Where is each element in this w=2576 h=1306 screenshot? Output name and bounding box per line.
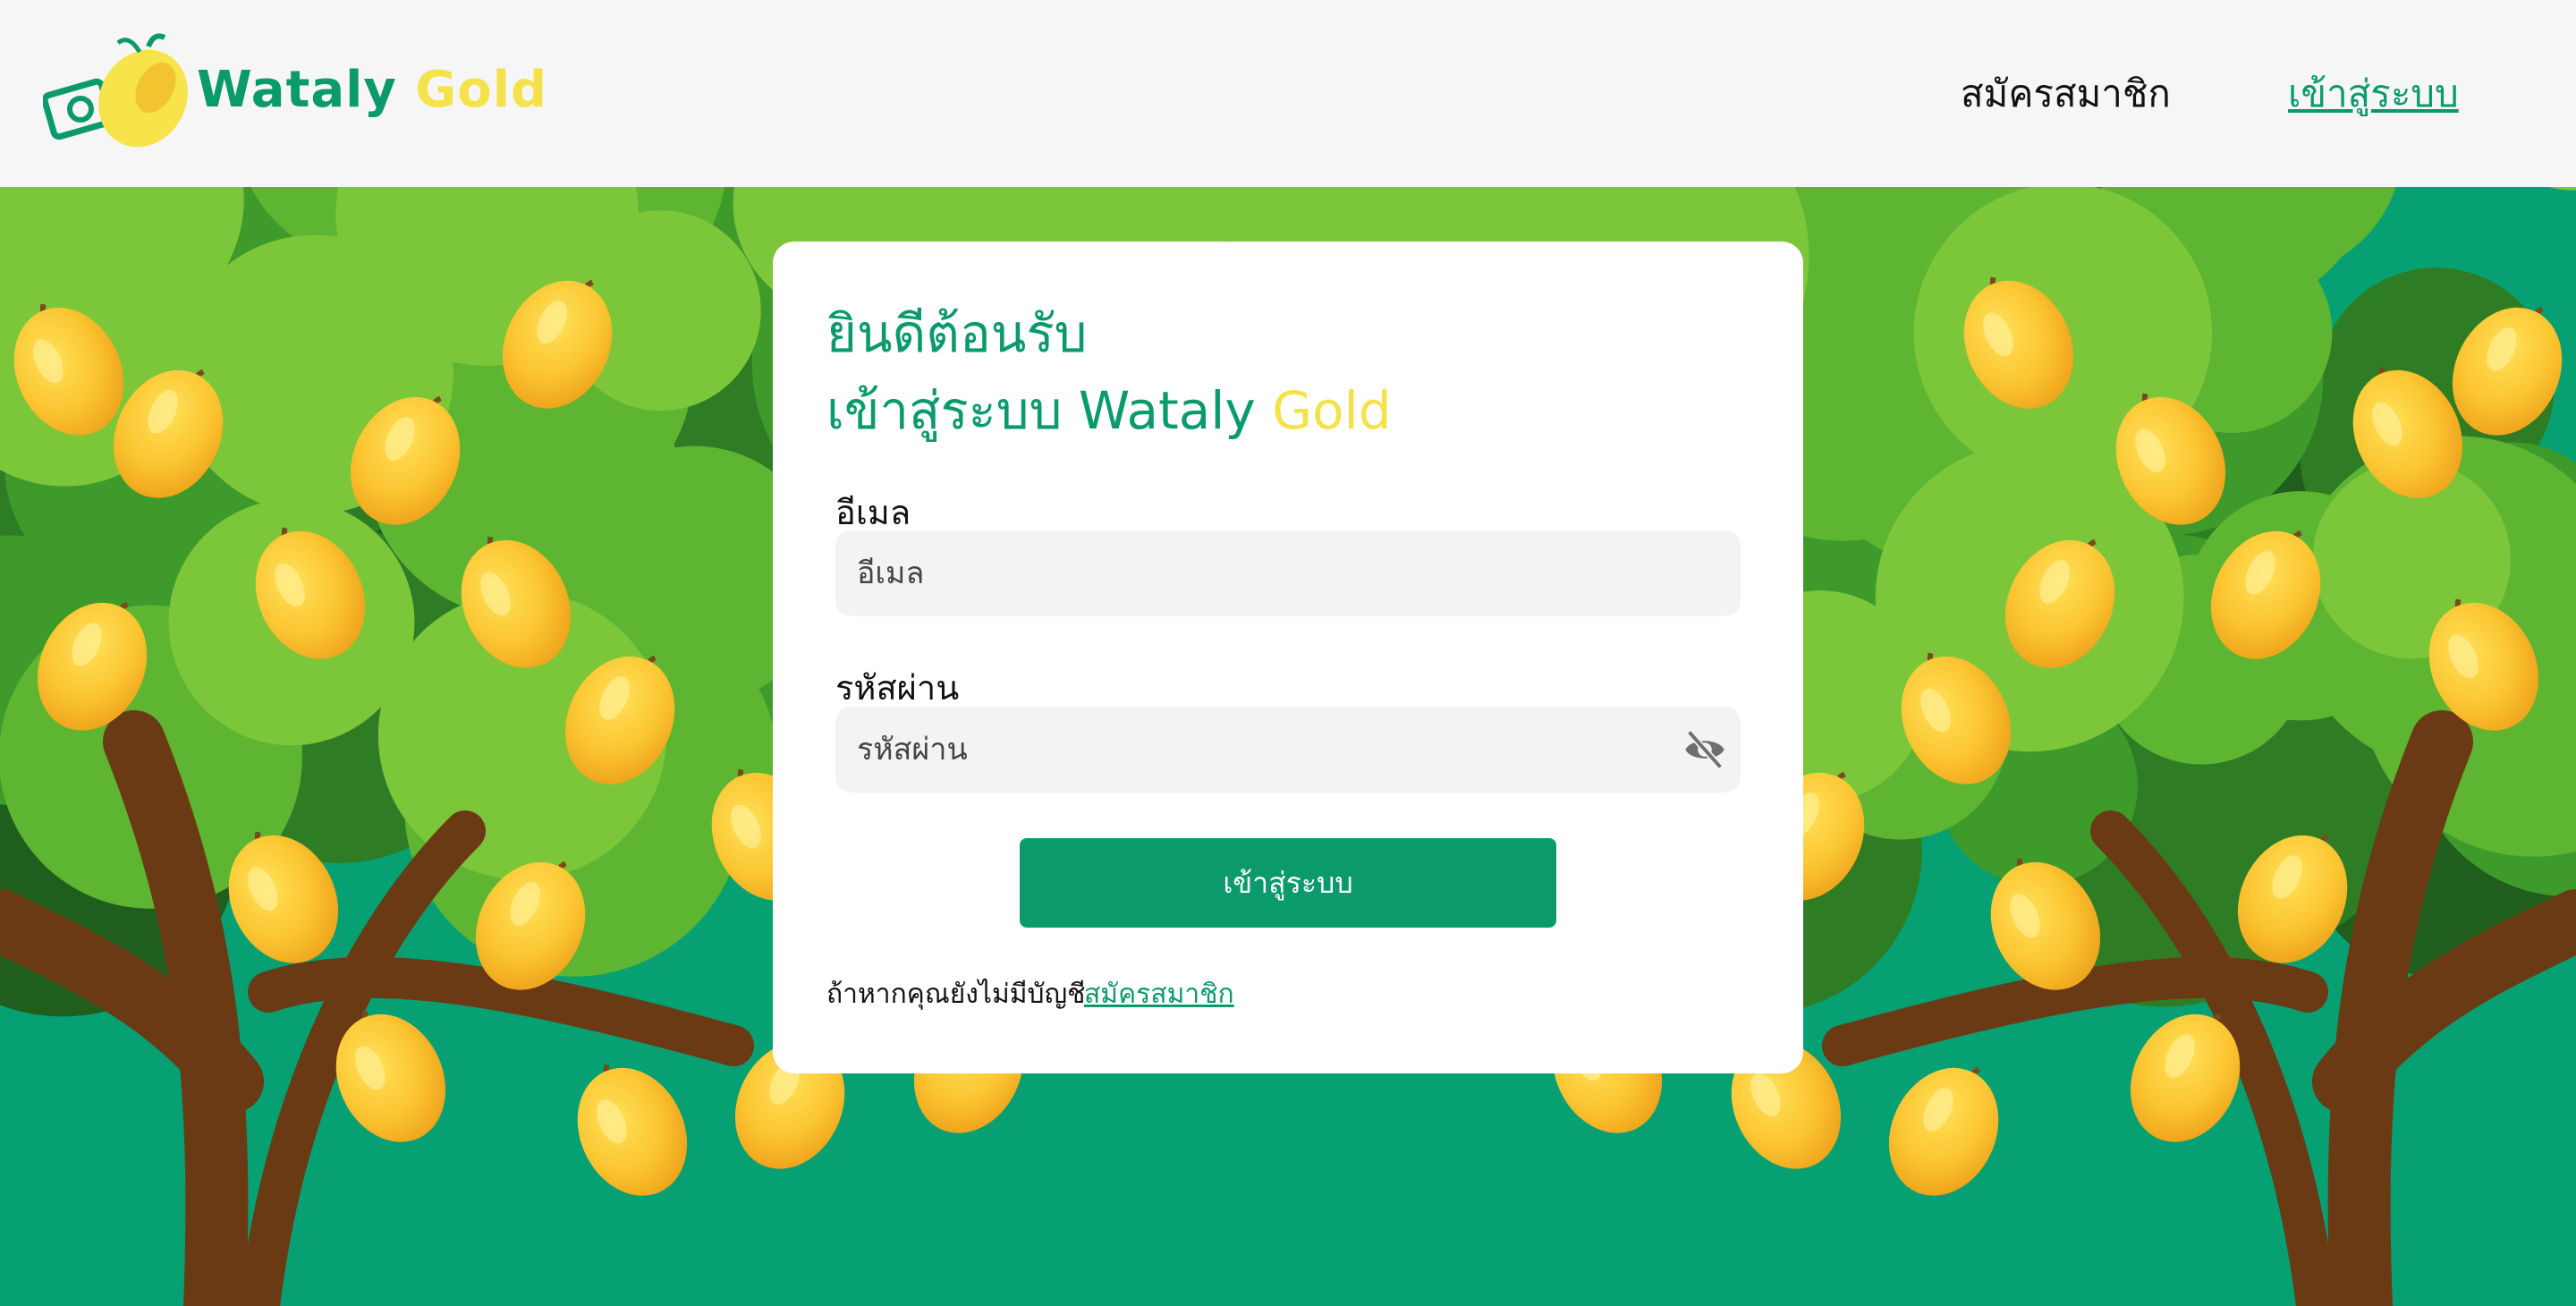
mango-fruit	[577, 1064, 688, 1196]
welcome-heading: ยินดีต้อนรับ เข้าสู่ระบบ Wataly Gold	[826, 295, 1392, 449]
login-card: ยินดีต้อนรับ เข้าสู่ระบบ Wataly Gold อีเ…	[773, 242, 1803, 1073]
mango-fruit	[1888, 1066, 1999, 1196]
email-field-wrapper	[835, 530, 1741, 616]
eye-off-icon[interactable]	[1682, 726, 1728, 773]
mango-camera-icon	[41, 33, 204, 149]
signup-link[interactable]: สมัครสมาชิก	[1084, 973, 1234, 1015]
email-input[interactable]	[835, 530, 1683, 616]
brand-name: Wataly Gold	[197, 61, 548, 119]
nav-signup-link[interactable]: สมัครสมาชิก	[1961, 64, 2171, 123]
welcome-line-2: เข้าสู่ระบบ Wataly Gold	[826, 380, 1392, 441]
welcome-line-1: ยินดีต้อนรับ	[826, 303, 1088, 364]
foliage-clump	[2548, 187, 2576, 191]
password-input[interactable]	[835, 707, 1683, 793]
top-navbar: Wataly Gold สมัครสมาชิก เข้าสู่ระบบ	[0, 0, 2576, 187]
password-field-wrapper	[835, 707, 1741, 793]
mango-body	[1888, 1067, 1999, 1196]
login-submit-button[interactable]: เข้าสู่ระบบ	[1020, 838, 1556, 928]
no-account-text: ถ้าหากคุณยังไม่มีบัญชี	[826, 979, 1086, 1010]
nav-login-link[interactable]: เข้าสู่ระบบ	[2288, 64, 2459, 123]
brand-logo[interactable]: Wataly Gold	[41, 32, 547, 157]
mango-body	[577, 1067, 688, 1196]
